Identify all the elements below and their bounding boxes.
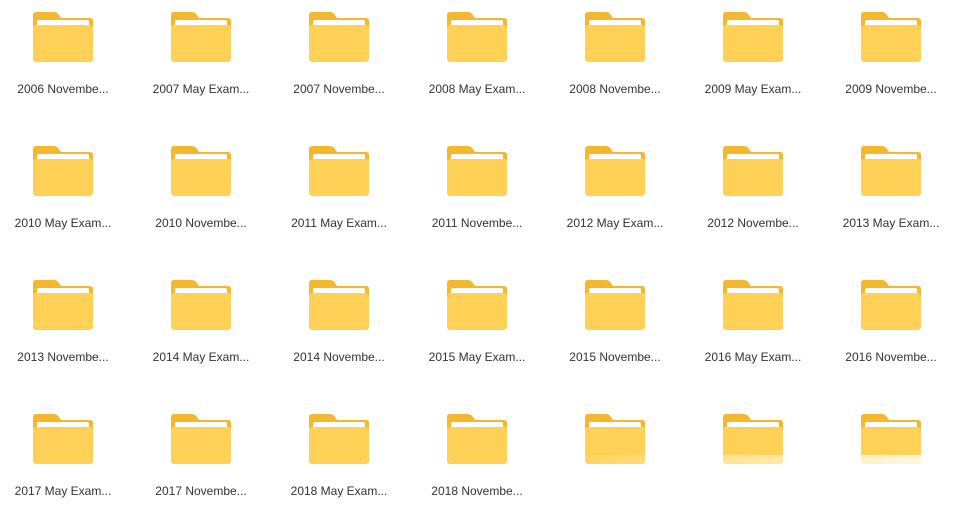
folder-icon: [33, 280, 93, 330]
folder-item[interactable]: 2012 Novembe...: [693, 134, 813, 244]
folder-label: 2008 Novembe...: [569, 82, 661, 96]
folder-item[interactable]: 2007 Novembe...: [279, 0, 399, 110]
folder-icon: [447, 146, 507, 196]
folder-label: 2018 Novembe...: [431, 484, 523, 498]
folder-icon: [33, 414, 93, 464]
folder-icon: [585, 146, 645, 196]
folder-item[interactable]: 2011 Novembe...: [417, 134, 537, 244]
folder-item[interactable]: 2009 Novembe...: [831, 0, 951, 110]
folder-item[interactable]: 2013 Novembe...: [3, 268, 123, 378]
folder-icon: [33, 146, 93, 196]
folder-item[interactable]: 2018 Novembe...: [417, 402, 537, 512]
folder-label: 2014 Novembe...: [293, 350, 385, 364]
folder-item[interactable]: 2018 May Exam...: [279, 402, 399, 512]
folder-icon: [861, 280, 921, 330]
folder-item[interactable]: 2017 Novembe...: [141, 402, 261, 512]
folder-item[interactable]: 2012 May Exam...: [555, 134, 675, 244]
folder-icon: [723, 280, 783, 330]
folder-icon: [585, 12, 645, 62]
folder-icon: [585, 414, 645, 464]
folder-item[interactable]: [555, 402, 675, 512]
folder-icon: [33, 12, 93, 62]
folder-label: 2007 May Exam...: [152, 82, 250, 96]
folder-item[interactable]: 2017 May Exam...: [3, 402, 123, 512]
folder-icon: [861, 414, 921, 464]
folder-item[interactable]: 2015 May Exam...: [417, 268, 537, 378]
folder-icon: [309, 414, 369, 464]
folder-label: 2010 May Exam...: [14, 216, 112, 230]
folder-icon: [723, 12, 783, 62]
folder-label: 2009 Novembe...: [845, 82, 937, 96]
folder-item[interactable]: 2016 Novembe...: [831, 268, 951, 378]
folder-icon: [447, 414, 507, 464]
folder-label: 2008 May Exam...: [428, 82, 526, 96]
folder-label: 2013 May Exam...: [842, 216, 940, 230]
folder-icon: [861, 12, 921, 62]
folder-label: 2016 May Exam...: [704, 350, 802, 364]
folder-item[interactable]: 2009 May Exam...: [693, 0, 813, 110]
folder-label: 2012 May Exam...: [566, 216, 664, 230]
folder-label: 2011 Novembe...: [431, 216, 523, 230]
folder-icon: [171, 414, 231, 464]
folder-label: 2007 Novembe...: [293, 82, 385, 96]
folder-label: 2012 Novembe...: [707, 216, 799, 230]
folder-item[interactable]: 2014 Novembe...: [279, 268, 399, 378]
folder-label: 2015 Novembe...: [569, 350, 661, 364]
folder-label: 2016 Novembe...: [845, 350, 937, 364]
folder-item[interactable]: 2007 May Exam...: [141, 0, 261, 110]
folder-item[interactable]: 2008 May Exam...: [417, 0, 537, 110]
folder-label: 2015 May Exam...: [428, 350, 526, 364]
folder-item[interactable]: 2011 May Exam...: [279, 134, 399, 244]
folder-label: 2017 Novembe...: [155, 484, 247, 498]
folder-item[interactable]: 2013 May Exam...: [831, 134, 951, 244]
folder-icon: [723, 146, 783, 196]
folder-icon: [447, 12, 507, 62]
folder-icon: [309, 280, 369, 330]
folder-label: 2006 Novembe...: [17, 82, 109, 96]
folder-icon: [861, 146, 921, 196]
folder-icon: [309, 146, 369, 196]
folder-item[interactable]: 2016 May Exam...: [693, 268, 813, 378]
folder-item[interactable]: [831, 402, 951, 512]
folder-icon: [585, 280, 645, 330]
folder-label: 2011 May Exam...: [291, 216, 387, 230]
folder-item[interactable]: 2010 May Exam...: [3, 134, 123, 244]
folder-label: 2013 Novembe...: [17, 350, 109, 364]
folder-icon: [447, 280, 507, 330]
folder-item[interactable]: 2014 May Exam...: [141, 268, 261, 378]
folder-label: 2014 May Exam...: [152, 350, 250, 364]
folder-icon: [309, 12, 369, 62]
folder-label: 2010 Novembe...: [155, 216, 247, 230]
folder-icon: [171, 146, 231, 196]
folder-label: 2017 May Exam...: [14, 484, 112, 498]
folder-grid: 2006 Novembe... 2007 May Exam... 2007 Nove…: [0, 0, 962, 525]
folder-item[interactable]: 2010 Novembe...: [141, 134, 261, 244]
folder-label: 2009 May Exam...: [704, 82, 802, 96]
folder-icon: [171, 12, 231, 62]
folder-item[interactable]: 2015 Novembe...: [555, 268, 675, 378]
folder-icon: [171, 280, 231, 330]
folder-label: 2018 May Exam...: [290, 484, 388, 498]
folder-item[interactable]: 2006 Novembe...: [3, 0, 123, 110]
folder-item[interactable]: 2008 Novembe...: [555, 0, 675, 110]
folder-item[interactable]: [693, 402, 813, 512]
folder-icon: [723, 414, 783, 464]
